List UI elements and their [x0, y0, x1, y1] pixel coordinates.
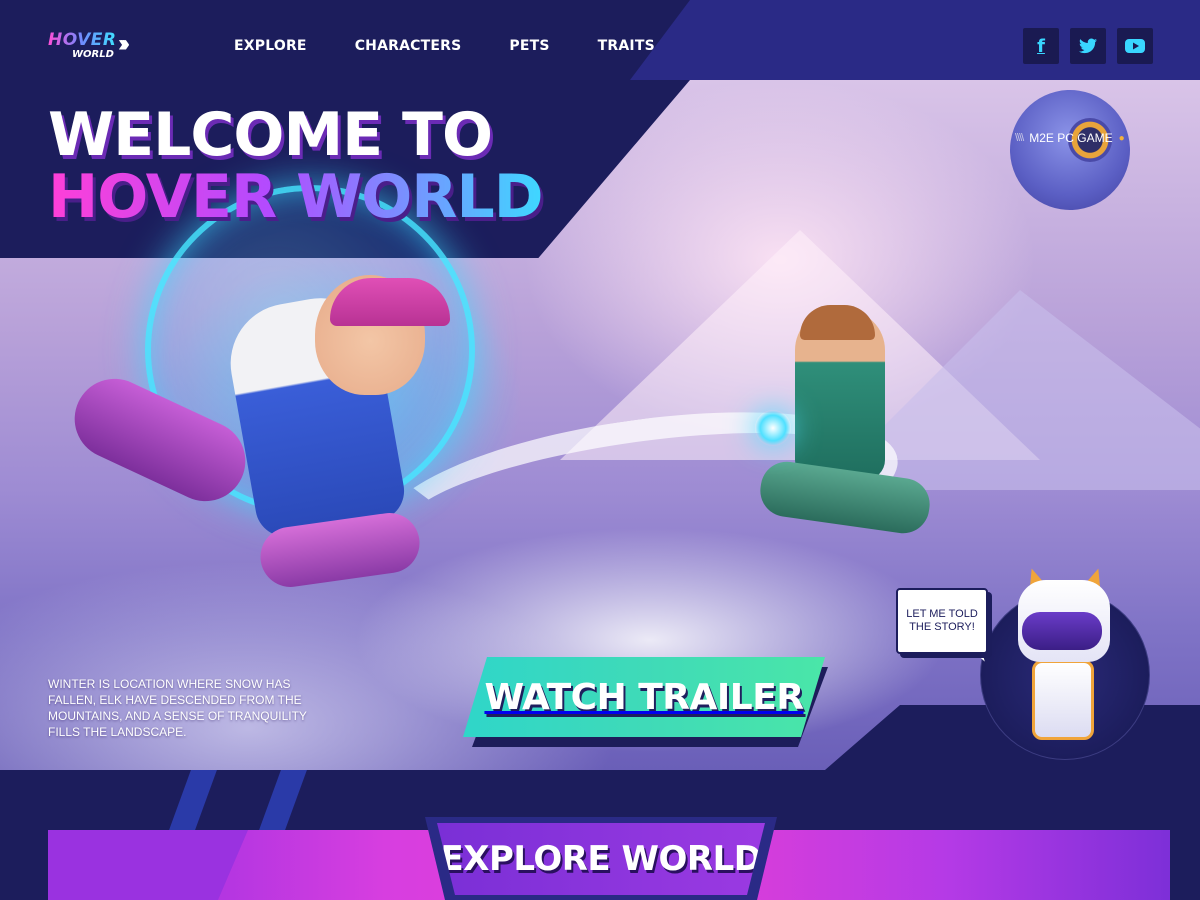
nav-item-explore[interactable]: EXPLORE — [234, 38, 307, 54]
hero-title-line1: WELCOME TO — [48, 100, 493, 170]
main-nav: EXPLORE CHARACTERS PETS TRAITS — [234, 38, 655, 54]
explore-world-label: EXPLORE WORLD — [440, 839, 762, 879]
nav-item-characters[interactable]: CHARACTERS — [355, 38, 462, 54]
nav-item-pets[interactable]: PETS — [509, 38, 549, 54]
topbar-panel — [630, 0, 1200, 80]
decorative-stripe — [169, 770, 217, 830]
mascot-visor — [1022, 612, 1102, 650]
youtube-icon — [1125, 39, 1145, 53]
logo-main-text: HOVER — [48, 30, 117, 50]
twitter-button[interactable] — [1070, 28, 1106, 64]
logo[interactable]: HOVER WORLD ››› — [48, 30, 148, 66]
twitter-icon — [1079, 38, 1097, 54]
coin-icon: ● — [1118, 132, 1125, 144]
tagline-text: M2E PC GAME — [1029, 131, 1113, 145]
logo-chevrons-icon: ››› — [118, 30, 130, 57]
character-girl-cap — [330, 278, 450, 326]
watch-trailer-button[interactable]: WATCH TRAILER — [463, 657, 825, 737]
speech-bubble-text: LET ME TOLD THE STORY! — [906, 608, 978, 633]
tagline: \\\\ M2E PC GAME ● — [1015, 131, 1125, 145]
youtube-button[interactable] — [1117, 28, 1153, 64]
stripes-icon: \\\\ — [1015, 132, 1024, 144]
page: HOVER WORLD ››› EXPLORE CHARACTERS PETS … — [0, 0, 1200, 900]
energy-orb — [755, 410, 791, 446]
hero-description: WINTER IS LOCATION WHERE SNOW HAS FALLEN… — [48, 677, 307, 739]
decorative-stripe — [259, 770, 307, 830]
hero-title-line2: HOVER WORLD — [48, 162, 544, 232]
explore-world-heading: EXPLORE WORLD — [437, 823, 765, 895]
mascot-body — [1032, 660, 1094, 740]
facebook-button[interactable]: f — [1023, 28, 1059, 64]
logo-sub-text: WORLD — [72, 49, 114, 60]
explore-banner-accent — [48, 830, 248, 900]
speech-bubble: LET ME TOLD THE STORY! — [896, 588, 988, 654]
nav-item-traits[interactable]: TRAITS — [598, 38, 655, 54]
watch-trailer-label: WATCH TRAILER — [484, 676, 804, 718]
facebook-icon: f — [1037, 35, 1045, 57]
